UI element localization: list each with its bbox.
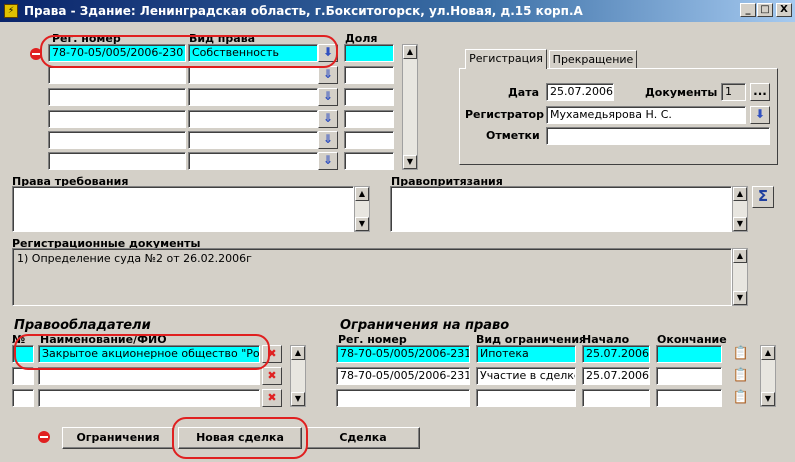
minimize-button[interactable]: _ xyxy=(740,3,756,17)
restriction-type-field[interactable]: Участие в сделке xyxy=(476,367,576,385)
clipboard-icon[interactable]: 📋 xyxy=(732,389,750,407)
title-bar: ⚡ Права - Здание: Ленинградская область,… xyxy=(0,0,795,22)
deal-button[interactable]: Сделка xyxy=(306,427,420,449)
rights-share-field[interactable] xyxy=(344,110,394,128)
pretensions-textarea[interactable] xyxy=(390,186,732,232)
rights-type-field[interactable] xyxy=(188,152,318,170)
restriction-reg-field[interactable] xyxy=(336,389,470,407)
restriction-reg-field[interactable]: 78-70-05/005/2006-231 xyxy=(336,345,470,363)
claims-textarea[interactable] xyxy=(12,186,354,232)
tab-termination[interactable]: Прекращение xyxy=(549,50,637,70)
download-arrow-icon[interactable]: ⇓ xyxy=(318,88,338,106)
scroll-up-icon[interactable]: ▲ xyxy=(291,346,305,360)
restriction-type-field[interactable] xyxy=(476,389,576,407)
rights-share-field[interactable] xyxy=(344,131,394,149)
rights-share-field[interactable] xyxy=(344,44,394,62)
rights-reg-field[interactable] xyxy=(48,131,186,149)
restrictions-title: Ограничения на право xyxy=(340,318,510,333)
restriction-start-field[interactable]: 25.07.2006 xyxy=(582,367,650,385)
new-deal-button[interactable]: Новая сделка xyxy=(178,427,302,449)
download-arrow-icon[interactable]: ⇓ xyxy=(318,131,338,149)
rights-reg-field[interactable] xyxy=(48,66,186,84)
notes-field[interactable] xyxy=(546,127,770,145)
rights-type-field[interactable] xyxy=(188,88,318,106)
download-arrow-icon[interactable]: ⬇ xyxy=(750,106,770,124)
holder-no-field[interactable] xyxy=(12,389,34,407)
date-label: Дата xyxy=(508,86,540,99)
restriction-end-field[interactable] xyxy=(656,389,722,407)
reg-docs-scrollbar[interactable]: ▲ ▼ xyxy=(732,248,748,306)
scroll-up-icon[interactable]: ▲ xyxy=(733,249,747,263)
remove-holder-icon[interactable]: ✖ xyxy=(262,367,282,385)
holders-title: Правообладатели xyxy=(14,318,151,333)
scroll-down-icon[interactable]: ▼ xyxy=(733,291,747,305)
download-arrow-icon[interactable]: ⇓ xyxy=(318,152,338,170)
remove-holder-icon[interactable]: ✖ xyxy=(262,389,282,407)
claims-scrollbar[interactable]: ▲ ▼ xyxy=(354,186,370,232)
scroll-down-icon[interactable]: ▼ xyxy=(733,217,747,231)
rights-type-field[interactable] xyxy=(188,66,318,84)
rights-type-field[interactable] xyxy=(188,110,318,128)
holders-scrollbar[interactable]: ▲ ▼ xyxy=(290,345,306,407)
documents-count: 1 xyxy=(721,83,746,101)
scroll-up-icon[interactable]: ▲ xyxy=(403,45,417,59)
holder-name-field[interactable] xyxy=(38,389,260,407)
notes-label: Отметки xyxy=(486,129,540,142)
restriction-start-field[interactable]: 25.07.2006 xyxy=(582,345,650,363)
restriction-end-field[interactable] xyxy=(656,345,722,363)
window-title: Права - Здание: Ленинградская область, г… xyxy=(24,4,583,18)
rights-reg-field[interactable] xyxy=(48,152,186,170)
restrictions-button[interactable]: Ограничения xyxy=(62,427,174,449)
documents-label: Документы xyxy=(645,86,718,99)
delete-icon[interactable] xyxy=(30,48,42,60)
rights-reg-field[interactable] xyxy=(48,110,186,128)
rights-share-field[interactable] xyxy=(344,152,394,170)
download-arrow-icon[interactable]: ⇓ xyxy=(318,110,338,128)
delete-icon[interactable] xyxy=(38,431,50,443)
app-icon[interactable]: ⚡ xyxy=(4,4,18,18)
scroll-up-icon[interactable]: ▲ xyxy=(761,346,775,360)
tab-registration[interactable]: Регистрация xyxy=(465,49,547,69)
holder-no-field[interactable] xyxy=(12,367,34,385)
scroll-down-icon[interactable]: ▼ xyxy=(291,392,305,406)
maximize-button[interactable]: □ xyxy=(757,3,773,17)
rights-reg-field[interactable] xyxy=(48,88,186,106)
rights-share-field[interactable] xyxy=(344,66,394,84)
restriction-type-field[interactable]: Ипотека xyxy=(476,345,576,363)
restriction-end-field[interactable] xyxy=(656,367,722,385)
clipboard-icon[interactable]: 📋 xyxy=(732,345,750,363)
holder-no-field[interactable] xyxy=(12,345,34,363)
scroll-up-icon[interactable]: ▲ xyxy=(733,187,747,201)
reg-docs-textarea: 1) Определение суда №2 от 26.02.2006г xyxy=(12,248,732,306)
scroll-down-icon[interactable]: ▼ xyxy=(403,155,417,169)
scroll-down-icon[interactable]: ▼ xyxy=(761,392,775,406)
date-field[interactable]: 25.07.2006 xyxy=(546,83,614,101)
rights-type-field[interactable] xyxy=(188,131,318,149)
registrar-label: Регистратор xyxy=(465,108,544,121)
rights-type-field[interactable]: Собственность xyxy=(188,44,318,62)
documents-browse-button[interactable]: ... xyxy=(750,83,770,101)
rights-reg-field[interactable]: 78-70-05/005/2006-230 xyxy=(48,44,186,62)
close-button[interactable]: X xyxy=(776,3,792,17)
holder-name-field[interactable] xyxy=(38,367,260,385)
download-arrow-icon[interactable]: ⬇ xyxy=(318,44,338,62)
rights-scrollbar[interactable]: ▲ ▼ xyxy=(402,44,418,170)
clipboard-icon[interactable]: 📋 xyxy=(732,367,750,385)
restriction-start-field[interactable] xyxy=(582,389,650,407)
remove-holder-icon[interactable]: ✖ xyxy=(262,345,282,363)
pretensions-scrollbar[interactable]: ▲ ▼ xyxy=(732,186,748,232)
rights-share-field[interactable] xyxy=(344,88,394,106)
restriction-reg-field[interactable]: 78-70-05/005/2006-231 xyxy=(336,367,470,385)
download-arrow-icon[interactable]: ⇓ xyxy=(318,66,338,84)
sum-icon[interactable]: Σ xyxy=(752,186,774,208)
scroll-up-icon[interactable]: ▲ xyxy=(355,187,369,201)
holder-name-field[interactable]: Закрытое акционерное общество "Рома xyxy=(38,345,260,363)
restrictions-scrollbar[interactable]: ▲ ▼ xyxy=(760,345,776,407)
scroll-down-icon[interactable]: ▼ xyxy=(355,217,369,231)
registrar-field[interactable]: Мухамедьярова Н. С. xyxy=(546,106,746,124)
